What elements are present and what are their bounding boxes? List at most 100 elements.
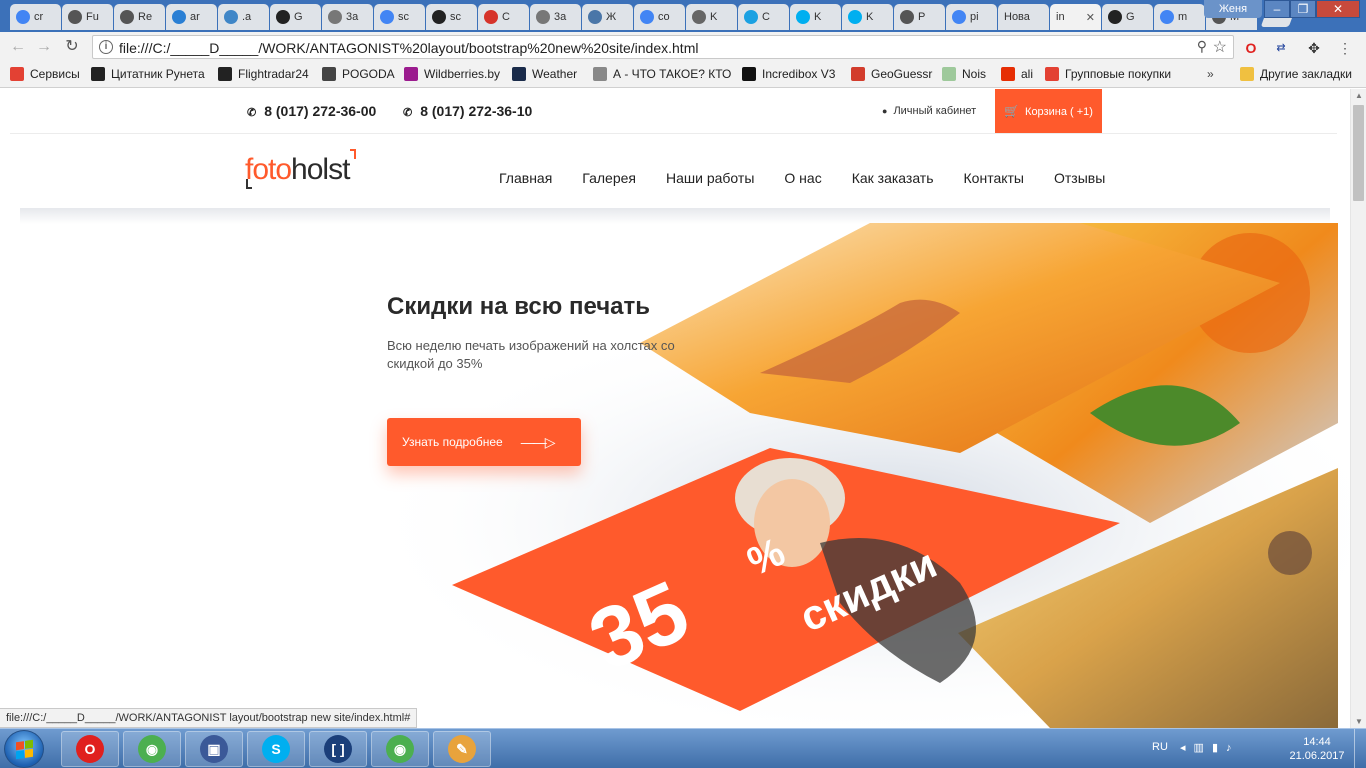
browser-tab[interactable]: sc <box>374 4 425 30</box>
browser-tab[interactable]: G <box>1102 4 1153 30</box>
tab-title: C <box>762 11 770 23</box>
codepen-icon <box>900 10 914 24</box>
nav-link[interactable]: Галерея <box>582 170 636 186</box>
network-icon[interactable]: ▥ <box>1194 742 1212 754</box>
tray-arrow-icon[interactable]: ◂ <box>1180 742 1194 754</box>
taskbar-app-button[interactable]: O <box>61 731 119 767</box>
nav-link[interactable]: Как заказать <box>852 170 934 186</box>
site-logo[interactable]: fotoholst <box>245 149 357 189</box>
bookmark-item[interactable]: ali <box>1001 67 1033 81</box>
menu-icon[interactable]: ⋮ <box>1336 39 1354 57</box>
browser-tab[interactable]: sc <box>426 4 477 30</box>
browser-tab[interactable]: Ж <box>582 4 633 30</box>
phone-1[interactable]: ✆ 8 (017) 272-36-00 <box>247 103 376 119</box>
browser-tab[interactable]: co <box>634 4 685 30</box>
bookmarks-more-button[interactable]: » <box>1207 67 1214 81</box>
clock[interactable]: 14:44 21.06.2017 <box>1282 735 1352 763</box>
bookmark-item[interactable]: Flightradar24 <box>218 67 309 81</box>
browser-tab[interactable]: P <box>894 4 945 30</box>
taskbar-app-button[interactable]: S <box>247 731 305 767</box>
taskbar-app-button[interactable]: [ ] <box>309 731 367 767</box>
browser-tab[interactable]: C <box>478 4 529 30</box>
forward-button[interactable]: → <box>34 37 54 57</box>
taskbar-app-button[interactable]: ▣ <box>185 731 243 767</box>
browser-tab[interactable]: K <box>686 4 737 30</box>
show-desktop-button[interactable] <box>1354 729 1366 768</box>
bookmark-label: Incredibox V3 <box>762 67 836 81</box>
address-bar[interactable]: i file:///C:/_____D_____/WORK/ANTAGONIST… <box>92 35 1234 59</box>
hero-subtitle: Всю неделю печать изображений на холстах… <box>387 338 675 371</box>
google-icon <box>952 10 966 24</box>
bookmark-item[interactable]: Weather <box>512 67 577 81</box>
minimize-button[interactable]: – <box>1264 0 1290 18</box>
bookmark-item[interactable]: Сервисы <box>10 67 80 81</box>
scroll-down-icon[interactable]: ▼ <box>1355 717 1363 726</box>
bookmark-label: Nois <box>962 67 987 81</box>
scrollbar-thumb[interactable] <box>1353 105 1364 201</box>
tab-title: Re <box>138 11 153 23</box>
taskbar-app-button[interactable]: ✎ <box>433 731 491 767</box>
browser-tab[interactable]: .a <box>218 4 269 30</box>
bookmark-item[interactable]: А - ЧТО ТАКОЕ? КТО <box>593 67 731 81</box>
move-extension-icon[interactable]: ✥ <box>1305 39 1323 57</box>
opera-extension-icon[interactable]: O <box>1242 39 1260 57</box>
bookmark-item[interactable]: Incredibox V3 <box>742 67 835 81</box>
logo-corner-mark <box>350 149 357 159</box>
info-icon[interactable]: i <box>99 40 113 54</box>
tab-title: K <box>866 11 874 23</box>
start-button[interactable] <box>4 730 44 768</box>
reload-button[interactable]: ↻ <box>62 37 82 57</box>
volume-icon[interactable]: ♪ <box>1226 742 1240 754</box>
browser-tab[interactable]: in ✕ <box>1050 4 1101 30</box>
close-window-button[interactable]: ✕ <box>1316 0 1360 18</box>
nav-link[interactable]: Отзывы <box>1054 170 1105 186</box>
cart-button[interactable]: 🛒 Корзина ( +1) <box>995 89 1102 133</box>
account-link[interactable]: ● Личный кабинет <box>882 105 976 117</box>
browser-tab[interactable]: Fu <box>62 4 113 30</box>
translate-extension-icon[interactable]: ⇄ <box>1272 39 1290 57</box>
bookmark-star-icon[interactable]: ☆ <box>1213 37 1227 57</box>
bookmark-item[interactable]: Другие закладки <box>1240 67 1352 81</box>
bookmark-item[interactable]: POGODA <box>322 67 395 81</box>
signal-icon[interactable]: ▮ <box>1212 742 1226 754</box>
profile-button[interactable]: Женя <box>1204 0 1262 18</box>
hero-collage: 35 % скидки <box>360 223 1350 728</box>
nav-link[interactable]: Главная <box>499 170 552 186</box>
zoom-icon[interactable]: ⚲ <box>1197 38 1207 55</box>
browser-tab[interactable]: K <box>842 4 893 30</box>
bookmark-item[interactable]: Групповые покупки <box>1045 67 1171 81</box>
back-button[interactable]: ← <box>8 37 28 57</box>
language-indicator[interactable]: RU <box>1152 741 1168 753</box>
browser-tab[interactable]: Нова <box>998 4 1049 30</box>
scroll-up-icon[interactable]: ▲ <box>1355 91 1363 100</box>
phone-2[interactable]: ✆ 8 (017) 272-36-10 <box>403 103 532 119</box>
github-icon <box>1108 10 1122 24</box>
browser-tab[interactable]: C <box>738 4 789 30</box>
browser-tab[interactable]: 3a <box>530 4 581 30</box>
bookmark-item[interactable]: Цитатник Рунета <box>91 67 205 81</box>
close-tab-icon[interactable]: ✕ <box>1086 11 1095 24</box>
browser-tab[interactable]: pi <box>946 4 997 30</box>
browser-tab[interactable]: K <box>790 4 841 30</box>
arrow-right-icon: ——▷ <box>520 433 556 450</box>
maximize-button[interactable]: ❐ <box>1290 0 1316 18</box>
url-text[interactable]: file:///C:/_____D_____/WORK/ANTAGONIST%2… <box>119 40 698 56</box>
browser-tab[interactable]: cr <box>10 4 61 30</box>
browser-tab[interactable]: ar <box>166 4 217 30</box>
bookmark-item[interactable]: Wildberries.by <box>404 67 500 81</box>
browser-tab[interactable]: m <box>1154 4 1205 30</box>
nav-link[interactable]: Контакты <box>964 170 1024 186</box>
tab-title: K <box>710 11 718 23</box>
nav-link[interactable]: О нас <box>784 170 821 186</box>
page-scrollbar[interactable]: ▲ ▼ <box>1350 89 1366 728</box>
taskbar-app-button[interactable]: ◉ <box>123 731 181 767</box>
browser-tab[interactable]: 3a <box>322 4 373 30</box>
bookmark-item[interactable]: Nois <box>942 67 986 81</box>
browser-tab[interactable]: G <box>270 4 321 30</box>
wildberries-icon <box>404 67 418 81</box>
bookmark-item[interactable]: GeoGuessr <box>851 67 932 81</box>
browser-tab[interactable]: Re <box>114 4 165 30</box>
taskbar-app-button[interactable]: ◉ <box>371 731 429 767</box>
learn-more-button[interactable]: Узнать подробнее ——▷ <box>387 418 581 466</box>
nav-link[interactable]: Наши работы <box>666 170 754 186</box>
